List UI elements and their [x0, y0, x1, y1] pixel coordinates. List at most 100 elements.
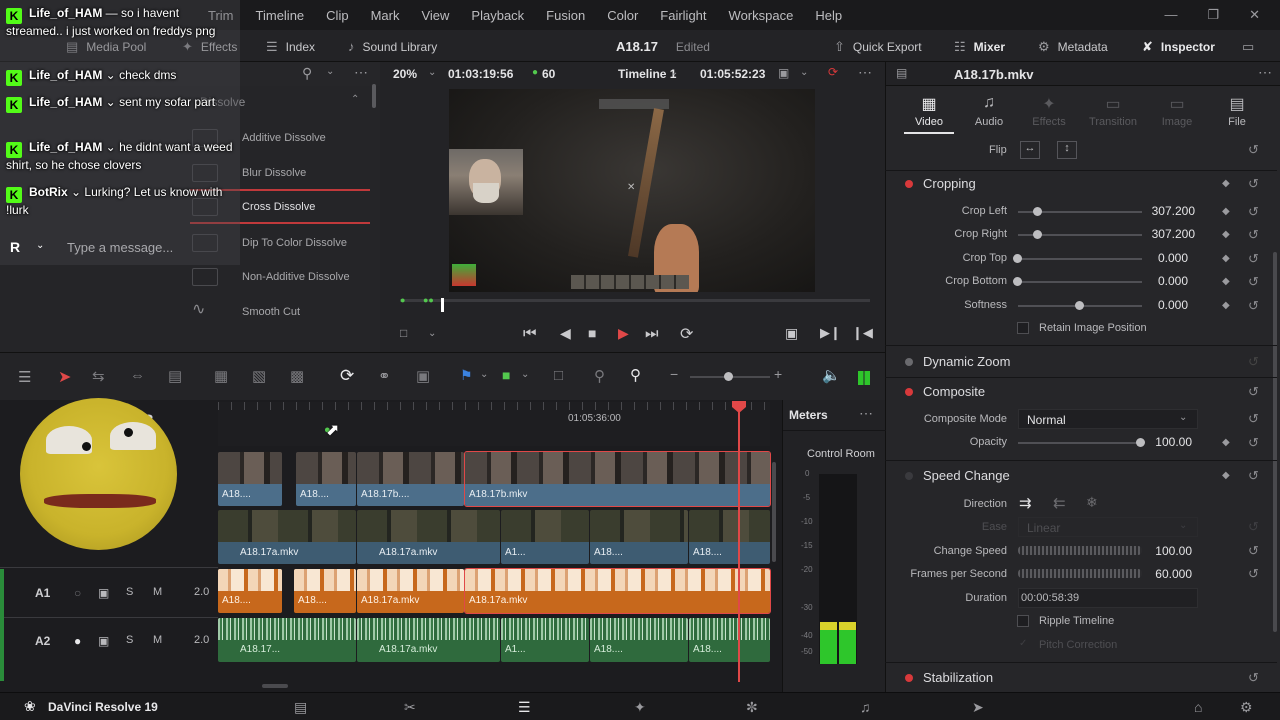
play-icon[interactable]: ▶ — [618, 325, 629, 342]
more-options-icon[interactable]: ⋯ — [1258, 64, 1272, 81]
crop-top-slider[interactable] — [1018, 258, 1142, 260]
reset-icon[interactable]: ↺ — [1248, 435, 1259, 451]
change-speed-value[interactable]: 100.00 — [1132, 544, 1192, 558]
chevron-down-icon[interactable]: ⌄ — [428, 328, 436, 339]
more-options-icon[interactable]: ⋯ — [354, 64, 368, 81]
menu-timeline[interactable]: Timeline — [256, 8, 305, 23]
enable-dot[interactable] — [905, 673, 913, 682]
track-lock-icon[interactable]: ● — [74, 634, 81, 648]
marker-icon[interactable]: ■ — [502, 367, 510, 383]
replace-clip-icon[interactable]: ▩ — [290, 367, 304, 385]
tab-file[interactable]: ▤ File — [1207, 94, 1267, 128]
keyframe-icon[interactable]: ◆ — [1222, 300, 1230, 311]
reset-icon[interactable]: ↺ — [1248, 204, 1259, 220]
overwrite-clip-icon[interactable]: ▧ — [252, 367, 266, 385]
restore-icon[interactable]: ❐ — [1207, 7, 1219, 23]
reset-icon[interactable]: ↺ — [1248, 298, 1259, 314]
mute-button[interactable]: M — [153, 634, 162, 646]
ripple-timeline-checkbox[interactable] — [1017, 615, 1029, 627]
reset-icon[interactable]: ↺ — [1248, 566, 1259, 582]
dynamic-zoom-section[interactable]: Dynamic Zoom — [905, 354, 1010, 369]
zoom-full-icon[interactable]: □ — [554, 367, 563, 384]
ease-dropdown[interactable]: Linear ⌄ — [1018, 517, 1198, 537]
menu-help[interactable]: Help — [815, 8, 842, 23]
zoom-custom-icon[interactable]: ⚲ — [630, 366, 641, 384]
color-page-icon[interactable]: ✼ — [746, 699, 758, 716]
snapping-icon[interactable]: ⟳ — [340, 366, 354, 386]
crop-left-value[interactable]: 307.200 — [1135, 204, 1195, 218]
chevron-down-icon[interactable]: ⌄ — [36, 240, 44, 251]
skip-end-icon[interactable]: ⏭ — [645, 325, 659, 342]
audio-clip[interactable]: A18.... — [294, 569, 356, 613]
inspector-scrollbar[interactable] — [1273, 252, 1277, 632]
flip-horizontal-icon[interactable]: ↔ — [1020, 141, 1040, 159]
blade-tool-icon[interactable]: ▤ — [168, 367, 182, 385]
keyframe-icon[interactable]: ◆ — [1222, 178, 1230, 189]
stabilization-section[interactable]: Stabilization — [905, 670, 993, 685]
zoom-detail-icon[interactable]: ⚲ — [594, 367, 605, 385]
crop-bottom-slider[interactable] — [1018, 281, 1142, 283]
scrub-handle[interactable] — [441, 298, 444, 312]
freeze-frame-icon[interactable]: ❄ — [1086, 494, 1098, 511]
mute-button[interactable]: M — [153, 586, 162, 598]
link-icon[interactable]: ⚭ — [378, 367, 391, 385]
audio-clip[interactable]: A18.17a.mkv — [357, 618, 500, 662]
audio-meter-icon[interactable] — [858, 371, 870, 385]
flip-vertical-icon[interactable]: ↕ — [1057, 141, 1077, 159]
playhead[interactable] — [738, 402, 740, 682]
timeline-hscrollbar[interactable] — [262, 684, 288, 688]
minimize-icon[interactable]: — — [1164, 7, 1177, 23]
chevron-down-icon[interactable]: ⌄ — [428, 67, 436, 78]
insert-clip-icon[interactable]: ▦ — [214, 367, 228, 385]
speed-change-section[interactable]: Speed Change — [905, 468, 1010, 483]
keyframe-icon[interactable]: ◆ — [1222, 206, 1230, 217]
loop-icon[interactable]: ⟳ — [680, 324, 693, 344]
slider-knob[interactable] — [1013, 254, 1022, 263]
chevron-down-icon[interactable]: ⌄ — [326, 66, 334, 77]
audio-clip[interactable]: A1... — [501, 618, 589, 662]
reset-icon[interactable]: ↺ — [1248, 176, 1259, 192]
zoom-out-icon[interactable]: − — [670, 366, 678, 382]
retain-position-checkbox[interactable] — [1017, 322, 1029, 334]
overlay-icon[interactable]: □ — [400, 326, 407, 340]
solo-button[interactable]: S — [126, 586, 133, 598]
audio-clip[interactable]: A18.17... — [218, 618, 356, 662]
keyframe-icon[interactable]: ◆ — [1222, 470, 1230, 481]
video-clip[interactable]: A18.... — [218, 452, 282, 506]
reset-icon[interactable]: ↺ — [1248, 519, 1259, 535]
reset-icon[interactable]: ↺ — [1248, 468, 1259, 484]
more-options-icon[interactable]: ⋯ — [859, 405, 873, 422]
auto-select-icon[interactable]: ▣ — [98, 586, 109, 600]
close-icon[interactable]: ✕ — [1249, 7, 1260, 23]
forward-direction-icon[interactable]: ⇉ — [1019, 494, 1032, 512]
reset-icon[interactable]: ↺ — [1248, 384, 1259, 400]
keyframe-icon[interactable]: ◆ — [1222, 229, 1230, 240]
collapse-icon[interactable]: ⌃ — [351, 94, 359, 105]
fusion-page-icon[interactable]: ✦ — [634, 699, 646, 716]
reset-icon[interactable]: ↺ — [1248, 142, 1259, 158]
composite-section[interactable]: Composite — [905, 384, 985, 399]
reset-icon[interactable]: ↺ — [1248, 543, 1259, 559]
tab-transition[interactable]: ▭ Transition — [1083, 94, 1143, 128]
change-speed-scrubber[interactable] — [1018, 546, 1142, 555]
duration-field[interactable]: 00:00:58:39 — [1018, 588, 1198, 608]
enable-dot[interactable] — [905, 179, 913, 188]
video-clip[interactable]: A18.... — [689, 510, 770, 564]
play-reverse-icon[interactable]: ◀ — [560, 325, 571, 342]
selection-tool-icon[interactable]: ➤ — [58, 367, 71, 387]
reset-icon[interactable]: ↺ — [1248, 354, 1259, 370]
flag-icon[interactable]: ⚑ — [460, 367, 473, 384]
zoom-in-icon[interactable]: + — [774, 366, 782, 382]
cut-page-icon[interactable]: ✂ — [404, 699, 416, 716]
checkmark-icon[interactable]: ✓ — [1019, 638, 1027, 649]
sync-icon[interactable]: ⟳ — [828, 65, 838, 79]
media-page-icon[interactable]: ▤ — [294, 699, 307, 716]
video-clip[interactable]: A1... — [501, 510, 589, 564]
menu-workspace[interactable]: Workspace — [729, 8, 794, 23]
menu-mark[interactable]: Mark — [371, 8, 400, 23]
chevron-down-icon[interactable]: ⌄ — [800, 67, 808, 78]
crop-top-value[interactable]: 0.000 — [1128, 251, 1188, 265]
chevron-down-icon[interactable]: ⌄ — [670, 67, 678, 78]
reset-icon[interactable]: ↺ — [1248, 670, 1259, 686]
video-clip[interactable]: A18.17a.mkv — [218, 510, 356, 564]
